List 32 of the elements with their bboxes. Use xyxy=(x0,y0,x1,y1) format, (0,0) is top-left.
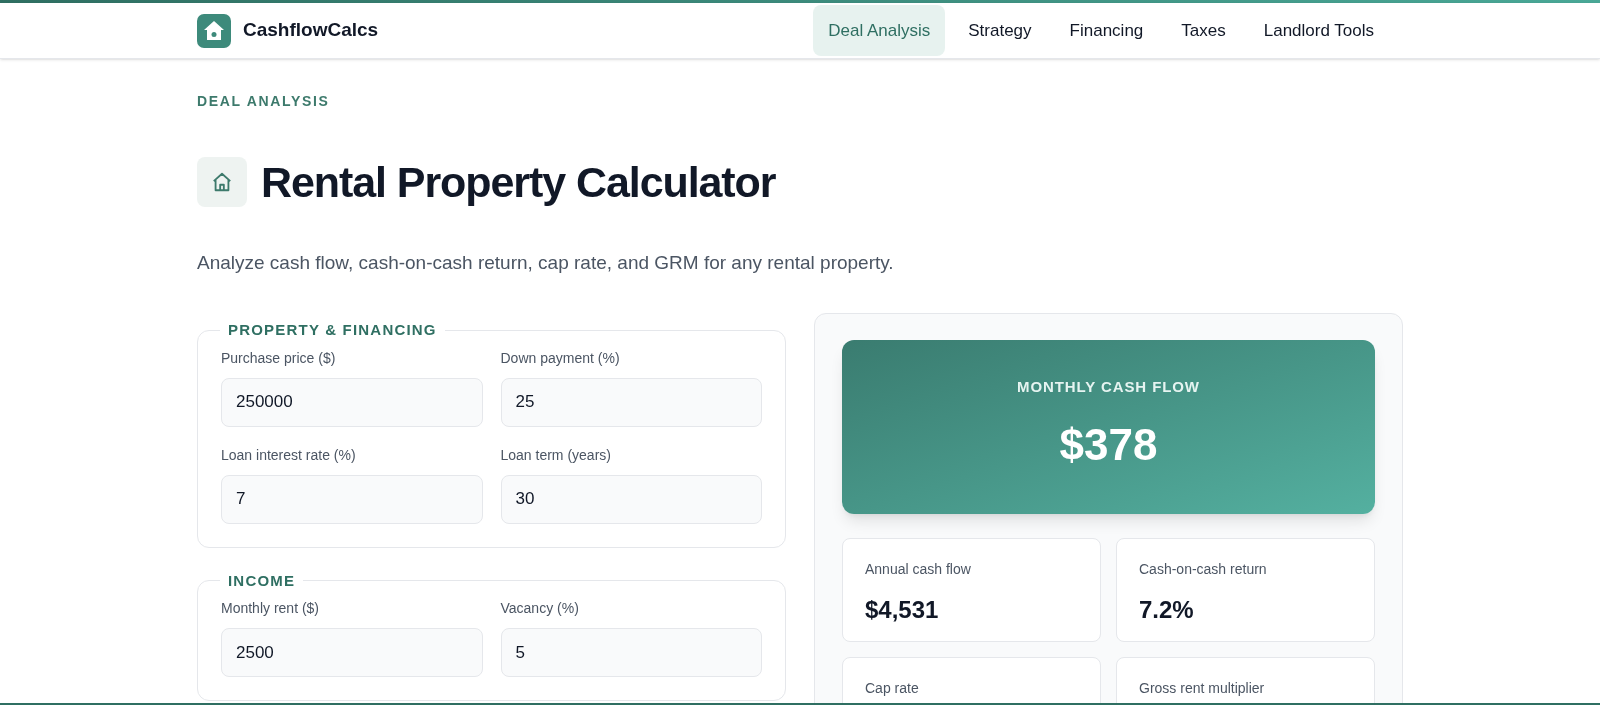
field-label: Down payment (%) xyxy=(500,348,621,368)
input-field[interactable]: 250000 xyxy=(221,377,483,427)
field-label: Monthly rent ($) xyxy=(221,599,321,618)
input-field[interactable]: 7 xyxy=(221,474,483,524)
field-label: Loan interest rate (%) xyxy=(221,445,357,465)
nav-link[interactable]: Deal Analysis xyxy=(813,4,946,57)
stat-value: 7.2% xyxy=(1139,595,1195,625)
nav-link[interactable]: Taxes xyxy=(1166,4,1241,57)
page-title: Rental Property Calculator xyxy=(261,157,776,208)
input-field[interactable]: 2500 xyxy=(221,628,483,677)
section-legend: INCOME xyxy=(220,569,304,592)
stat-label: Cash-on-cash return xyxy=(1139,560,1268,579)
brand-name[interactable]: CashflowCalcs xyxy=(243,16,379,45)
section-legend: PROPERTY & FINANCING xyxy=(220,319,445,342)
hero-value: $378 xyxy=(1059,419,1158,472)
input-field[interactable]: 25 xyxy=(500,377,762,427)
section-eyebrow: DEAL ANALYSIS xyxy=(197,92,331,111)
nav-link[interactable]: Financing xyxy=(1054,4,1159,57)
input-field[interactable]: 5 xyxy=(500,628,762,677)
stat-value: $4,531 xyxy=(865,595,940,625)
stat-label: Gross rent multiplier xyxy=(1139,679,1266,698)
input-field[interactable]: 30 xyxy=(500,474,762,524)
stat-label: Annual cash flow xyxy=(865,560,972,579)
field-label: Loan term (years) xyxy=(500,445,612,465)
field-label: Vacancy (%) xyxy=(500,599,580,618)
hero-label: MONTHLY CASH FLOW xyxy=(1017,376,1200,397)
house-icon xyxy=(211,171,233,194)
page-description: Analyze cash flow, cash-on-cash return, cap rate, and GRM for any rental property. xyxy=(197,250,895,275)
nav-link[interactable]: Landlord Tools xyxy=(1248,4,1389,57)
nav-link[interactable]: Strategy xyxy=(953,4,1047,57)
stat-label: Cap rate xyxy=(865,679,920,698)
field-label: Purchase price ($) xyxy=(221,348,337,368)
